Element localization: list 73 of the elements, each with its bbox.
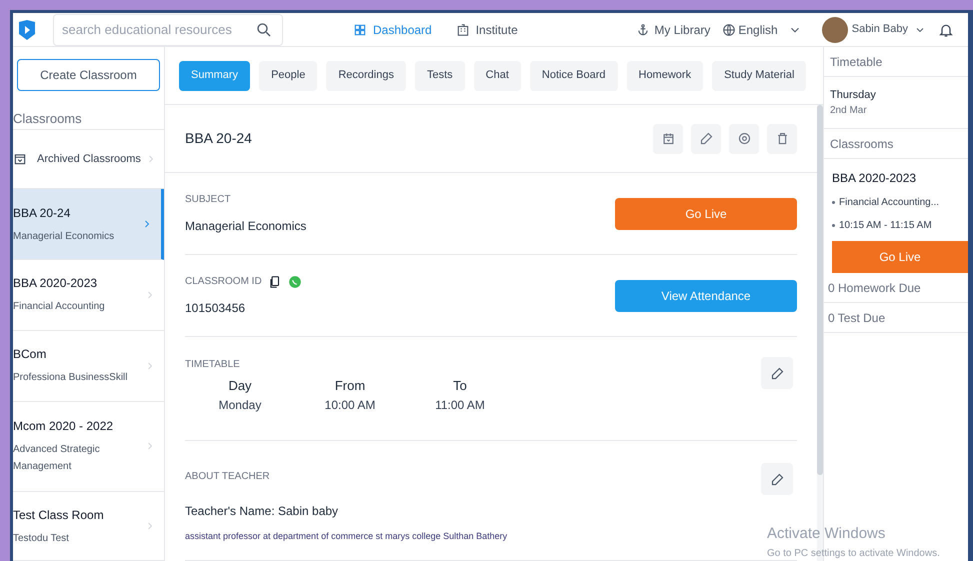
my-library-link[interactable]: My Library	[636, 20, 710, 38]
classroom-subject: Managerial Economics	[13, 230, 116, 244]
classroom-subject: Advanced Strategic Management	[13, 443, 101, 474]
user-menu[interactable]: Sabin Baby	[852, 21, 926, 38]
tab[interactable]: Tests	[414, 60, 465, 90]
class-detail: 10:15 AM - 11:15 AM	[839, 219, 932, 233]
column-header: Day	[227, 377, 253, 396]
column-header: To	[452, 377, 468, 396]
activation-message: Go to PC settings to activate Windows.	[767, 546, 940, 560]
classroom-subject: Professiona BusinessSkill	[13, 371, 128, 386]
tab[interactable]: People	[259, 60, 318, 90]
tab[interactable]: Notice Board	[530, 60, 618, 90]
tab[interactable]: Recordings	[326, 60, 406, 90]
classroom-list-item[interactable]: Mcom 2020 - 2022 Advanced Strategic Management	[13, 402, 164, 492]
classroom-title: BBA 2020-2023	[13, 275, 98, 292]
pencil-icon	[770, 366, 784, 381]
pencil-icon	[698, 131, 714, 146]
calendar-button[interactable]	[653, 124, 683, 154]
nav-link[interactable]: Institute	[456, 20, 518, 38]
search-field[interactable]: search educational resources	[53, 14, 283, 46]
section-heading: Classrooms	[13, 108, 164, 130]
classroom-subject: Financial Accounting	[13, 300, 106, 314]
classroom-title: Test Class Room	[13, 506, 105, 524]
classroom-list-item[interactable]: BBA 2020-2023 Financial Accounting	[13, 260, 164, 331]
column-header: From	[334, 377, 366, 396]
classroom-list-item[interactable]: BCom Professiona BusinessSkill	[13, 330, 164, 402]
pencil-icon	[770, 472, 784, 487]
classroom-title: Mcom 2020 - 2022	[13, 418, 114, 436]
classroom-subject: Testodu Test	[13, 532, 70, 546]
avatar	[822, 16, 848, 42]
copy-icon[interactable]	[268, 274, 282, 289]
search-icon	[255, 20, 273, 38]
field-label: TIMETABLE	[185, 358, 241, 372]
language-dropdown[interactable]: English	[722, 20, 802, 38]
class-title: BBA 2020-2023	[832, 170, 918, 187]
grid-icon	[353, 22, 367, 36]
edit-button[interactable]	[761, 357, 793, 390]
field-value: Managerial Economics	[185, 218, 308, 236]
tab[interactable]: Study Material	[712, 60, 806, 90]
teacher-bio: assistant professor at department of commerce st marys college Sulthan Bathery	[185, 530, 508, 544]
tab[interactable]: Homework	[626, 60, 704, 90]
trash-button[interactable]	[767, 124, 797, 154]
classroom-title: BCom	[13, 346, 48, 364]
activation-title: Activate Windows	[767, 524, 886, 544]
classroom-list-item[interactable]: BBA 20-24 Managerial Economics	[13, 189, 164, 260]
panel-heading: Classrooms	[824, 129, 968, 159]
edit-button[interactable]	[761, 463, 793, 496]
teacher-name: Teacher's Name: Sabin baby	[185, 503, 340, 520]
date-label: 2nd Mar	[830, 104, 868, 118]
classroom-title: BBA 20-24	[13, 204, 72, 222]
table-cell-text: 10:00 AM	[324, 396, 376, 414]
field-label: SUBJECT	[185, 193, 231, 208]
panel-heading: Timetable	[824, 47, 968, 77]
table-cell-text: Monday	[218, 396, 262, 414]
anchor-icon	[636, 22, 650, 36]
globe-icon	[722, 22, 736, 36]
calendar-icon	[660, 131, 676, 146]
building-icon	[456, 22, 470, 36]
pencil-button[interactable]	[691, 124, 721, 154]
create-classroom-button[interactable]: Create Classroom	[17, 59, 160, 90]
due-count: 0 Homework Due	[824, 273, 968, 303]
archive-box-icon	[13, 152, 27, 166]
classroom-heading: BBA 20-24	[185, 129, 253, 148]
field-label: ABOUT TEACHER	[185, 470, 271, 484]
class-detail: Financial Accounting...	[839, 196, 940, 210]
classroom-list-item[interactable]: Test Class Room Testodu Test	[13, 492, 164, 561]
tab[interactable]: Chat	[474, 60, 521, 90]
day-label: Thursday	[830, 88, 877, 103]
field-value: 101503456	[185, 300, 246, 318]
due-count: 0 Test Due	[824, 303, 968, 333]
field-label: CLASSROOM ID	[185, 275, 262, 290]
nav-link[interactable]: Dashboard	[353, 20, 432, 38]
table-cell-text: 11:00 AM	[434, 396, 486, 414]
